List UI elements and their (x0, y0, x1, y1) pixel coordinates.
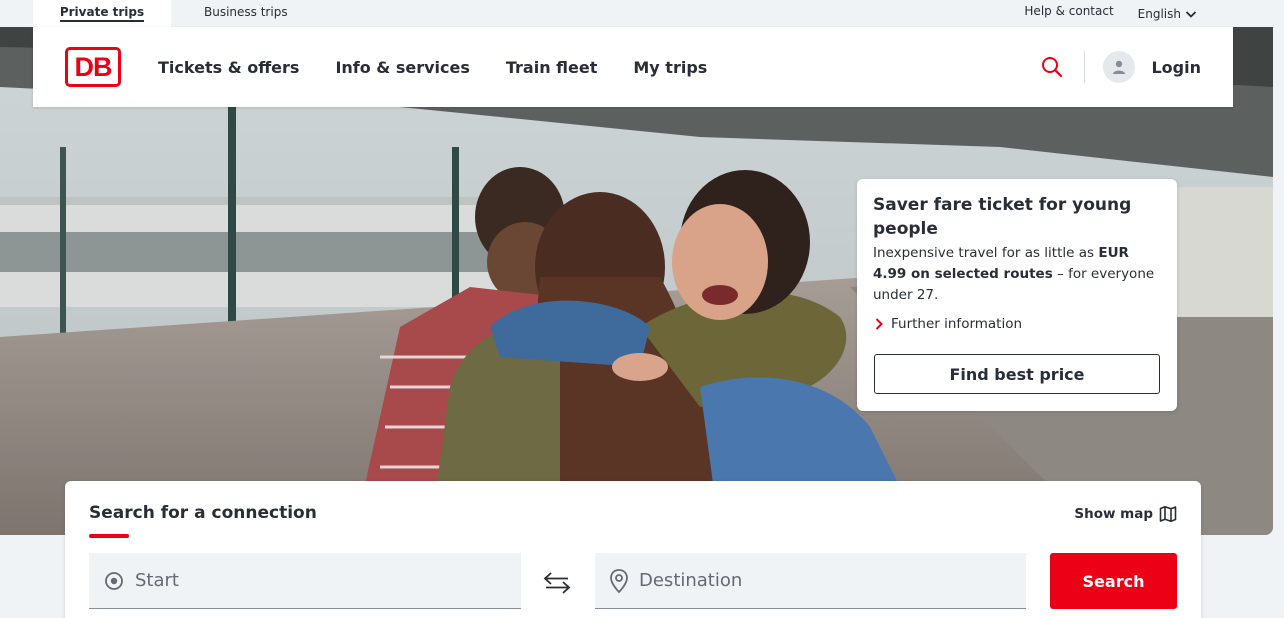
logo-text: DB (74, 51, 113, 82)
show-map-button[interactable]: Show map (1074, 505, 1177, 523)
swap-arrows-icon (543, 572, 571, 594)
tab-business-trips[interactable]: Business trips (204, 0, 288, 27)
db-logo[interactable]: DB (65, 47, 121, 87)
language-selector[interactable]: English (1138, 0, 1197, 27)
header-divider (1084, 51, 1086, 83)
login-link[interactable]: Login (1151, 58, 1201, 77)
tab-private-trips-label: Private trips (59, 5, 145, 22)
search-panel-title: Search for a connection (89, 503, 317, 523)
promo-card: Saver fare ticket for young people Inexp… (857, 179, 1177, 411)
destination-input[interactable] (639, 570, 999, 591)
further-information-label: Further information (891, 316, 1023, 332)
promo-text-start: Inexpensive travel for as little as (873, 245, 1099, 261)
nav-tickets-offers[interactable]: Tickets & offers (158, 58, 299, 77)
connection-search-panel: Search for a connection Show map Search (65, 481, 1201, 618)
header-actions: Login (1040, 27, 1201, 107)
swap-button[interactable] (539, 568, 575, 598)
top-utility-bar: Private trips Business trips Help & cont… (0, 0, 1284, 27)
nav-my-trips[interactable]: My trips (633, 58, 707, 77)
user-avatar[interactable] (1103, 51, 1136, 83)
promo-text: Inexpensive travel for as little as EUR … (873, 243, 1161, 306)
search-icon[interactable] (1040, 55, 1064, 79)
promo-title: Saver fare ticket for young people (873, 195, 1132, 239)
chevron-down-icon (1185, 10, 1197, 18)
show-map-label: Show map (1074, 506, 1153, 522)
target-icon (105, 571, 123, 590)
start-input[interactable] (135, 570, 495, 591)
top-right-links: Help & contact English (1024, 0, 1197, 27)
map-pin-icon (610, 568, 628, 593)
destination-field[interactable] (595, 553, 1026, 609)
further-information-link[interactable]: Further information (873, 316, 1161, 332)
nav-info-services[interactable]: Info & services (335, 58, 469, 77)
main-header: DB Tickets & offers Info & services Trai… (33, 27, 1233, 107)
chevron-right-icon (875, 318, 883, 330)
help-contact-link[interactable]: Help & contact (1024, 0, 1113, 27)
nav-train-fleet[interactable]: Train fleet (506, 58, 598, 77)
find-best-price-button[interactable]: Find best price (874, 354, 1160, 394)
start-field[interactable] (89, 553, 521, 609)
title-underline (89, 534, 129, 538)
search-button[interactable]: Search (1050, 553, 1177, 609)
main-nav: Tickets & offers Info & services Train f… (158, 27, 707, 107)
tab-private-trips[interactable]: Private trips (33, 0, 171, 27)
user-icon (1113, 60, 1126, 74)
map-icon (1159, 506, 1177, 522)
language-label: English (1137, 6, 1181, 21)
